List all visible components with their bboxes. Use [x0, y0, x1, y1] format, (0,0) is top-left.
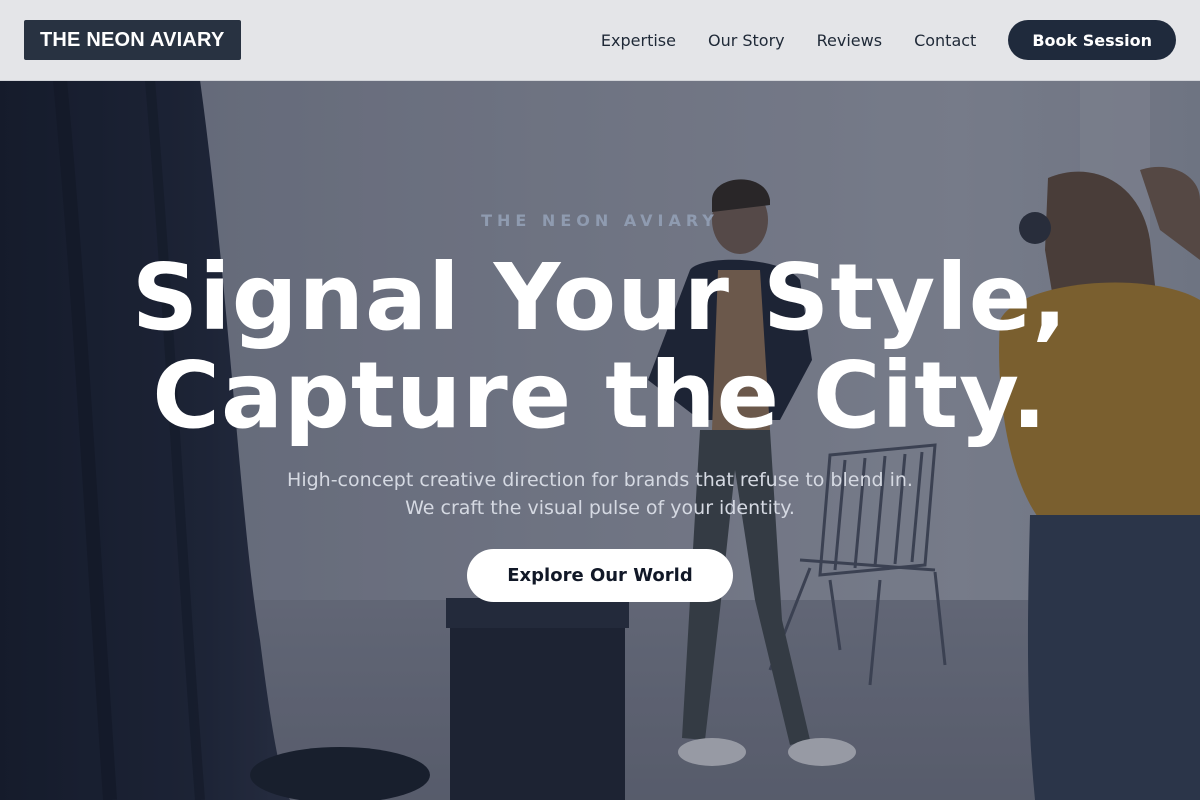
hero-headline: Signal Your Style, Capture the City.	[0, 249, 1200, 445]
main-nav: Expertise Our Story Reviews Contact Book…	[601, 20, 1176, 60]
hero-subtext: High-concept creative direction for bran…	[0, 466, 1200, 522]
hero-eyebrow: THE NEON AVIARY	[481, 211, 719, 230]
nav-link-reviews[interactable]: Reviews	[817, 31, 882, 50]
hero-content: THE NEON AVIARY Signal Your Style, Captu…	[0, 81, 1200, 800]
nav-link-our-story[interactable]: Our Story	[708, 31, 785, 50]
site-logo[interactable]: THE NEON AVIARY	[24, 20, 241, 60]
hero-headline-line-1: Signal Your Style,	[131, 244, 1069, 351]
book-session-button[interactable]: Book Session	[1008, 20, 1176, 60]
hero-subtext-line-1: High-concept creative direction for bran…	[287, 469, 913, 491]
hero-subtext-line-2: We craft the visual pulse of your identi…	[405, 497, 795, 519]
site-header: THE NEON AVIARY Expertise Our Story Revi…	[0, 0, 1200, 81]
nav-link-contact[interactable]: Contact	[914, 31, 976, 50]
hero-headline-line-2: Capture the City.	[152, 342, 1048, 449]
nav-link-expertise[interactable]: Expertise	[601, 31, 676, 50]
hero-section: THE NEON AVIARY Signal Your Style, Captu…	[0, 81, 1200, 800]
explore-our-world-button[interactable]: Explore Our World	[467, 549, 733, 602]
